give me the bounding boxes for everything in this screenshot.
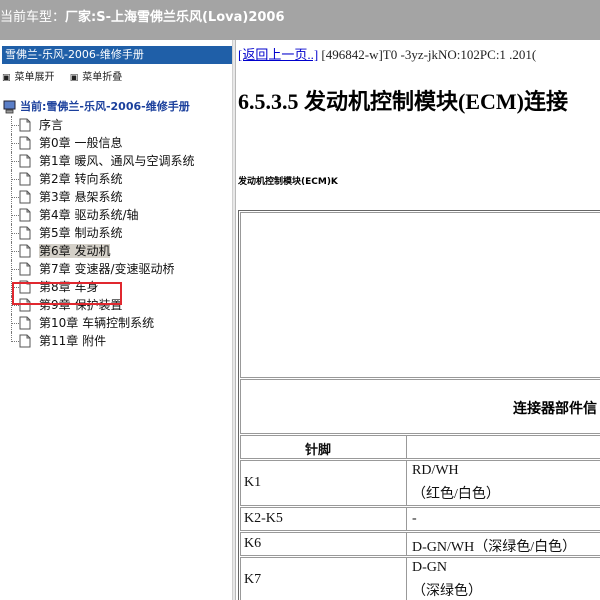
tree-item[interactable]: 序言 (2, 116, 232, 134)
tree-item-label: 序言 (39, 118, 64, 132)
content-pane: [返回上一页..] [496842-w]T0 -3yz-jkNO:102PC:1… (236, 40, 600, 600)
tree-line (11, 269, 19, 270)
pin-cell: K1 (244, 475, 262, 490)
breadcrumb: [返回上一页..] [496842-w]T0 -3yz-jkNO:102PC:1… (238, 44, 536, 63)
tree-line (11, 341, 19, 342)
tree-item-label: 第7章 变速器/变速驱动桥 (39, 262, 175, 276)
document-icon (19, 172, 31, 186)
table-header-cell: 连接器部件信 (240, 379, 600, 434)
document-icon (19, 226, 31, 240)
tree-item-label: 第3章 悬架系统 (39, 190, 123, 204)
table-row: K1 RD/WH （红色/白色） (240, 460, 600, 506)
table-row: K7 D-GN （深绿色） (240, 557, 600, 600)
pin-cell: K6 (244, 536, 262, 551)
doc-meta: [496842-w]T0 -3yz-jkNO:102PC:1 .201( (318, 47, 537, 62)
back-link[interactable]: [返回上一页..] (238, 47, 318, 62)
section-subheading: 发动机控制模块(ECM)K (238, 177, 338, 187)
tree-item[interactable]: 第5章 制动系统 (2, 224, 232, 242)
expand-all-button[interactable]: ▣ 菜单展开 (2, 68, 55, 83)
tree-item-label: 第2章 转向系统 (39, 172, 123, 186)
wire-color-cell: - (412, 511, 417, 526)
tree-item[interactable]: 第6章 发动机 (2, 242, 232, 260)
tree-item[interactable]: 第7章 变速器/变速驱动桥 (2, 260, 232, 278)
tree-line (11, 179, 19, 180)
tree-line (11, 161, 19, 162)
document-icon (19, 316, 31, 330)
tree-item-label: 第0章 一般信息 (39, 136, 123, 150)
tree-item-label: 第6章 发动机 (39, 244, 111, 258)
tree-line (11, 215, 19, 216)
document-icon (19, 136, 31, 150)
collapse-icon: ▣ (69, 73, 79, 83)
tree-root[interactable]: 当前:雪佛兰-乐风-2006-维修手册 (2, 98, 232, 116)
expand-icon: ▣ (2, 73, 11, 83)
tree-toolbar: ▣ 菜单展开 ▣ 菜单折叠 (2, 68, 134, 83)
table-row: K6 D-GN/WH（深绿色/白色） (240, 532, 600, 556)
pin-header: 针脚 (305, 443, 332, 458)
tree-item-label: 第5章 制动系统 (39, 226, 123, 240)
connector-table: 连接器部件信 针脚 K1 RD/WH （红色/白色） K2-K5 - K6 D-GN/WH（… (238, 210, 600, 600)
top-bar: 当前车型：厂家:S-上海雪佛兰乐风(Lova)2006 (0, 0, 600, 40)
tree-item[interactable]: 第11章 附件 (2, 332, 232, 350)
page-title: 6.5.3.5 发动机控制模块(ECM)连接 (238, 89, 568, 114)
document-icon (19, 244, 31, 258)
wire-color-desc: （深绿色） (412, 584, 482, 599)
wire-color-cell: RD/WH (412, 463, 459, 478)
tree-line (11, 143, 19, 144)
pin-header-row: 针脚 (240, 435, 600, 459)
tree-line (11, 305, 19, 306)
tree-item-label: 第10章 车辆控制系统 (39, 316, 155, 330)
document-icon (19, 334, 31, 348)
tree-line (11, 125, 19, 126)
tree-item[interactable]: 第4章 驱动系统/轴 (2, 206, 232, 224)
tree-item[interactable]: 第2章 转向系统 (2, 170, 232, 188)
computer-icon (3, 100, 16, 114)
tree-item-label: 第11章 附件 (39, 334, 107, 348)
wire-color-desc: （红色/白色） (412, 487, 500, 502)
table-row: K2-K5 - (240, 507, 600, 531)
tree-line (11, 197, 19, 198)
left-nav-pane: 雪佛兰-乐风-2006-维修手册 ▣ 菜单展开 ▣ 菜单折叠 当前:雪佛兰-乐风-2… (0, 40, 232, 600)
tree-line (11, 251, 19, 252)
pin-cell: K7 (244, 572, 262, 587)
tree-item[interactable]: 第0章 一般信息 (2, 134, 232, 152)
tree-item[interactable]: 第1章 暖风、通风与空调系统 (2, 152, 232, 170)
document-icon (19, 154, 31, 168)
selection-highlight-box (12, 282, 122, 305)
tree-line (11, 323, 19, 324)
tree-item[interactable]: 第3章 悬架系统 (2, 188, 232, 206)
panel-title: 雪佛兰-乐风-2006-维修手册 (2, 46, 232, 64)
current-model-label: 当前车型：厂家:S-上海雪佛兰乐风(Lova)2006 (0, 10, 285, 25)
tree-item[interactable]: 第10章 车辆控制系统 (2, 314, 232, 332)
chapter-tree: 当前:雪佛兰-乐风-2006-维修手册 序言第0章 一般信息第1章 暖风、通风与… (2, 98, 232, 350)
wire-color-cell: D-GN (412, 560, 447, 575)
wire-color-cell: D-GN/WH（深绿色/白色） (412, 540, 577, 555)
tree-line (11, 233, 19, 234)
connector-image-cell (240, 212, 600, 378)
tree-item-label: 第4章 驱动系统/轴 (39, 208, 139, 222)
pin-cell: K2-K5 (244, 511, 283, 526)
document-icon (19, 262, 31, 276)
document-icon (19, 118, 31, 132)
document-icon (19, 208, 31, 222)
collapse-all-button[interactable]: ▣ 菜单折叠 (70, 68, 123, 83)
tree-item-label: 第1章 暖风、通风与空调系统 (39, 154, 195, 168)
document-icon (19, 190, 31, 204)
